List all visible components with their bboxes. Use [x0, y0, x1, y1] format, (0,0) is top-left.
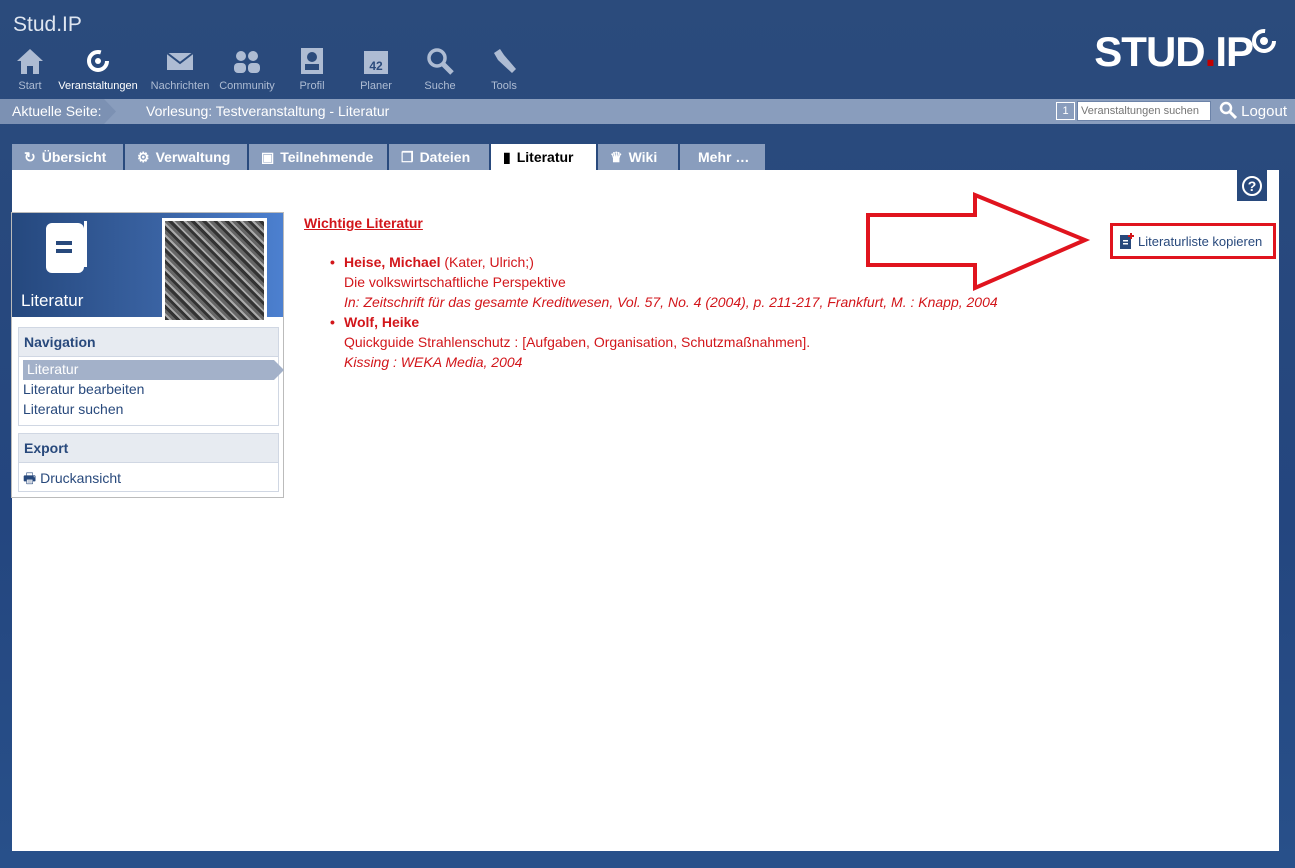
participants-icon: ▣: [261, 148, 275, 165]
sidebar-item-literatur-bearbeiten[interactable]: Literatur bearbeiten: [19, 380, 278, 400]
files-icon: ❐: [401, 148, 414, 165]
course-image: [162, 218, 267, 323]
help-button[interactable]: ?: [1237, 170, 1267, 201]
nav-nachrichten[interactable]: Nachrichten: [146, 46, 214, 92]
title: Quickguide Strahlenschutz : [Aufgaben, O…: [344, 334, 811, 350]
sidebar-header: Literatur: [12, 213, 283, 323]
tab-label: Wiki: [628, 149, 658, 165]
book-icon: ▮: [503, 148, 511, 165]
notification-counter[interactable]: 1: [1056, 102, 1075, 120]
community-icon: [232, 46, 262, 76]
tab-uebersicht[interactable]: ↻ Übersicht: [12, 144, 123, 170]
source: In: Zeitschrift für das gesamte Kreditwe…: [344, 294, 998, 310]
tab-dateien[interactable]: ❐ Dateien: [389, 144, 489, 170]
nav-community[interactable]: Community: [214, 46, 280, 92]
nav-suche[interactable]: Suche: [408, 46, 472, 92]
author: Heise, Michael: [344, 254, 441, 270]
tab-teilnehmende[interactable]: ▣ Teilnehmende: [249, 144, 387, 170]
home-icon: [15, 46, 45, 76]
brand-title: Stud.IP: [13, 13, 82, 36]
nav-tools[interactable]: Tools: [472, 46, 536, 92]
copy-list-label: Literaturliste kopieren: [1138, 233, 1263, 249]
sidebar-item-druckansicht[interactable]: 🖶 Druckansicht: [19, 463, 278, 486]
logout-link[interactable]: Logout: [1241, 103, 1287, 120]
tab-label: Übersicht: [41, 149, 107, 165]
coauthors: (Kater, Ulrich;): [440, 254, 534, 270]
breadcrumb-label: Aktuelle Seite:: [12, 103, 102, 119]
breadcrumb-path: Vorlesung: Testveranstaltung - Literatur: [146, 103, 390, 119]
svg-text:?: ?: [1248, 178, 1257, 194]
tab-label: Dateien: [419, 149, 471, 165]
tab-label: Mehr …: [698, 149, 750, 165]
calendar-icon: 42: [361, 46, 391, 76]
svg-text:42: 42: [369, 59, 383, 73]
gear-icon: ⚙: [137, 148, 150, 165]
print-icon: 🖶: [23, 470, 37, 486]
nav-label: Veranstaltungen: [58, 80, 138, 92]
book-icon: [46, 221, 87, 273]
tab-label: Literatur: [516, 149, 574, 165]
search-icon: [425, 46, 455, 76]
sidebar-title: Literatur: [21, 291, 84, 310]
nav-label: Suche: [424, 80, 456, 92]
search-icon[interactable]: [1219, 101, 1238, 124]
wiki-icon: ♛: [610, 148, 623, 165]
widget-title: Export: [19, 434, 278, 463]
courses-icon: [83, 46, 113, 76]
help-icon: ?: [1242, 175, 1262, 196]
nav-label: Profil: [299, 80, 325, 92]
nav-profil[interactable]: Profil: [280, 46, 344, 92]
copy-book-icon: [1120, 233, 1134, 249]
export-widget: Export 🖶 Druckansicht: [18, 433, 279, 492]
item-label: Druckansicht: [40, 470, 122, 486]
list-item: Wolf, Heike Quickguide Strahlenschutz : […: [330, 312, 998, 372]
overview-icon: ↻: [24, 148, 36, 165]
author: Wolf, Heike: [344, 314, 420, 330]
nav-planer[interactable]: 42 Planer: [344, 46, 408, 92]
nav-label: Community: [219, 80, 275, 92]
nav-label: Planer: [360, 80, 392, 92]
tab-label: Verwaltung: [155, 149, 231, 165]
tab-mehr[interactable]: Mehr …: [680, 144, 765, 170]
widget-title: Navigation: [19, 328, 278, 357]
nav-label: Start: [18, 80, 42, 92]
annotation-arrow: [866, 192, 1091, 292]
nav-label: Tools: [491, 80, 517, 92]
studip-logo[interactable]: STUD.IP: [1094, 28, 1279, 76]
course-search-input[interactable]: [1077, 101, 1211, 121]
wrench-icon: [489, 46, 519, 76]
tab-wiki[interactable]: ♛ Wiki: [598, 144, 678, 170]
nav-veranstaltungen[interactable]: Veranstaltungen: [50, 46, 146, 92]
sidebar: Literatur Navigation Literatur Literatur…: [11, 212, 284, 498]
mail-icon: [165, 46, 195, 76]
source: Kissing : WEKA Media, 2004: [344, 354, 523, 370]
profile-icon: [297, 46, 327, 76]
sidebar-item-literatur[interactable]: Literatur: [23, 360, 284, 380]
tab-literatur[interactable]: ▮ Literatur: [491, 144, 596, 170]
copy-list-button[interactable]: Literaturliste kopieren: [1110, 223, 1276, 259]
sidebar-item-literatur-suchen[interactable]: Literatur suchen: [19, 400, 278, 420]
tab-verwaltung[interactable]: ⚙ Verwaltung: [125, 144, 247, 170]
nav-start[interactable]: Start: [10, 46, 50, 92]
main-navigation: Start Veranstaltungen Nachrichten Commun…: [10, 46, 536, 92]
course-tabs: ↻ Übersicht ⚙ Verwaltung ▣ Teilnehmende ❐ Da…: [12, 144, 767, 170]
tab-label: Teilnehmende: [280, 149, 374, 165]
navigation-widget: Navigation Literatur Literatur bearbeite…: [18, 327, 284, 426]
nav-label: Nachrichten: [150, 80, 210, 92]
